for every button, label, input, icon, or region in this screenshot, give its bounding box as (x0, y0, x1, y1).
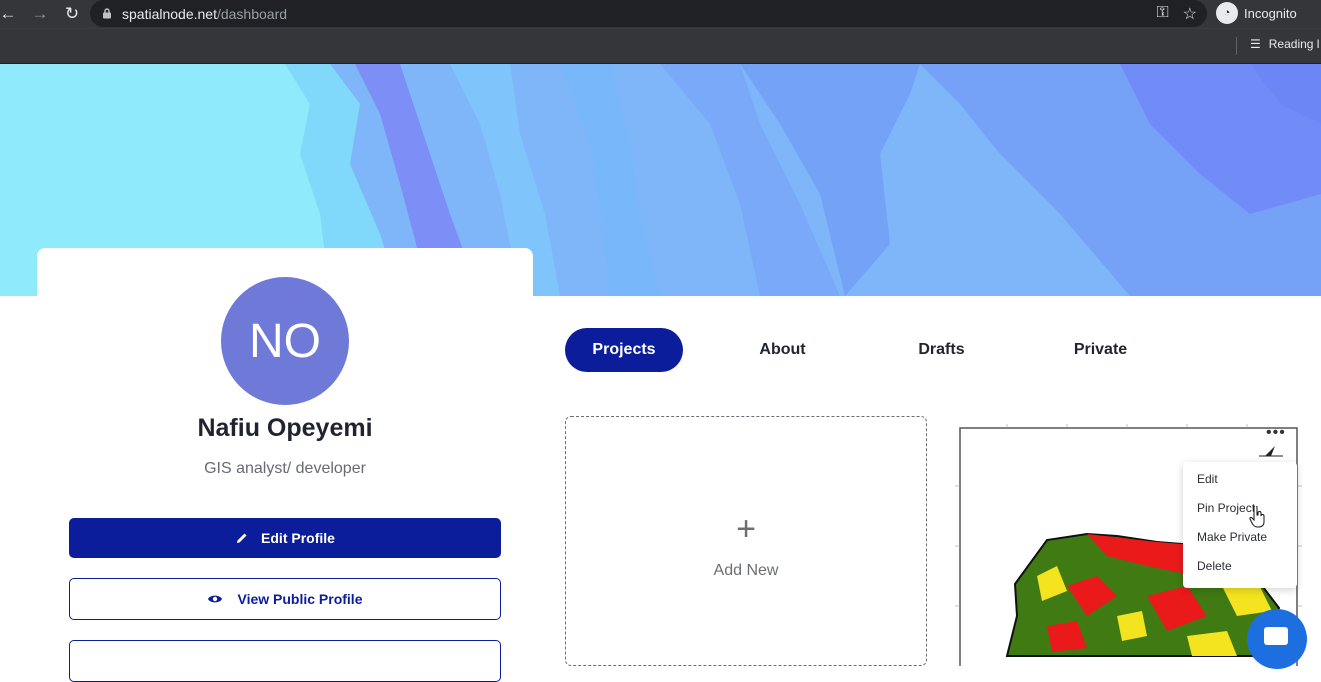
eye-icon (208, 595, 223, 603)
browser-chrome: ← → ↻ spatialnode.net/dashboard ⚿ ☆ ◔ In… (0, 0, 1321, 64)
reading-list-button[interactable]: ☰ Reading l (1236, 37, 1320, 55)
incognito-indicator[interactable]: ◔ Incognito (1216, 2, 1297, 24)
more-options-icon[interactable]: ••• (1266, 425, 1286, 441)
avatar-initials: NO (249, 314, 321, 368)
pencil-icon (237, 533, 247, 543)
project-options-menu: Edit Pin Project Make Private Delete (1183, 462, 1297, 588)
address-bar-icons: ⚿ ☆ (1156, 4, 1197, 24)
tab-private[interactable]: Private (1042, 328, 1159, 372)
plus-icon: + (736, 510, 756, 548)
edit-profile-button[interactable]: Edit Profile (69, 518, 501, 558)
edit-profile-label: Edit Profile (261, 530, 335, 546)
dashboard-tabs: Projects About Drafts Private (565, 328, 1159, 372)
bookmarks-separator (1236, 37, 1237, 55)
url-path: /dashboard (216, 5, 288, 22)
add-new-label: Add New (713, 562, 779, 579)
view-public-profile-label: View Public Profile (237, 591, 363, 607)
reload-icon[interactable]: ↻ (60, 2, 84, 26)
add-new-project-card[interactable]: + Add New (565, 416, 927, 666)
lock-icon (102, 8, 112, 19)
address-bar[interactable]: spatialnode.net/dashboard ⚿ ☆ (90, 0, 1207, 27)
star-icon[interactable]: ☆ (1183, 4, 1197, 24)
chat-widget-button[interactable] (1247, 609, 1307, 669)
bookmarks-bar: ☰ Reading l (0, 28, 1321, 63)
reading-list-label: Reading l (1268, 37, 1320, 51)
reading-list-icon: ☰ (1250, 37, 1261, 51)
chat-icon (1264, 627, 1288, 645)
back-icon[interactable]: ← (0, 2, 20, 26)
key-icon[interactable]: ⚿ (1156, 4, 1168, 24)
menu-item-edit[interactable]: Edit (1197, 472, 1218, 486)
profile-name: Nafiu Opeyemi (197, 414, 373, 442)
forward-icon[interactable]: → (28, 2, 52, 26)
url-host: spatialnode.net (122, 5, 217, 22)
hand-cursor-icon (1249, 506, 1265, 528)
profile-role: GIS analyst/ developer (204, 460, 366, 477)
menu-item-delete[interactable]: Delete (1197, 559, 1232, 573)
tab-projects[interactable]: Projects (565, 328, 683, 372)
tab-drafts[interactable]: Drafts (883, 328, 1000, 372)
profile-card: NO Nafiu Opeyemi GIS analyst/ developer … (37, 248, 533, 682)
tab-about[interactable]: About (724, 328, 841, 372)
url-text: spatialnode.net/dashboard (122, 6, 287, 22)
view-public-profile-button[interactable]: View Public Profile (69, 578, 501, 620)
menu-item-pin-project[interactable]: Pin Project (1197, 501, 1255, 515)
profile-action-button[interactable] (69, 640, 501, 682)
incognito-label: Incognito (1244, 5, 1297, 21)
menu-item-make-private[interactable]: Make Private (1197, 530, 1267, 544)
incognito-icon: ◔ (1216, 2, 1238, 24)
avatar: NO (221, 277, 349, 405)
